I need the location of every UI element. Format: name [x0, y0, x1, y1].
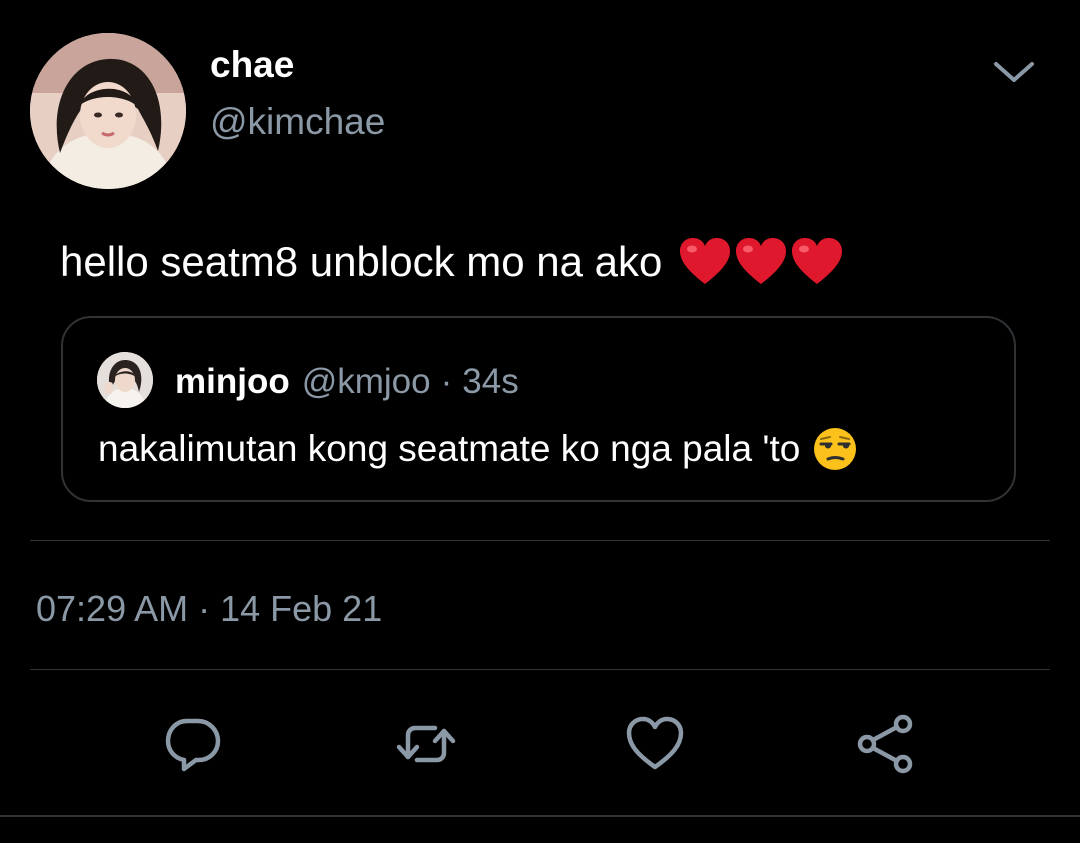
author-avatar-image	[30, 33, 186, 189]
chevron-down-icon[interactable]	[992, 56, 1036, 88]
share-button[interactable]	[853, 712, 917, 776]
quoted-author-handle[interactable]: @kmjoo	[302, 360, 431, 404]
red-heart-emoji-icon	[680, 238, 731, 284]
tweet-text-content: hello seatm8 unblock mo na ako	[60, 238, 663, 285]
tweet-text: hello seatm8 unblock mo na ako	[60, 234, 844, 290]
red-heart-emoji-icon	[736, 238, 787, 284]
like-button[interactable]	[623, 712, 687, 776]
retweet-button[interactable]	[394, 712, 458, 776]
quoted-tweet-card[interactable]: minjoo @kmjoo · 34s nakalimutan kong sea…	[61, 316, 1016, 502]
share-icon	[857, 714, 913, 774]
red-heart-emoji-icon	[792, 238, 843, 284]
quoted-tweet-time: 34s	[462, 362, 519, 401]
reply-button[interactable]	[161, 712, 225, 776]
heart-emoji-group	[678, 237, 844, 287]
heart-icon	[626, 716, 684, 770]
tweet-timestamp[interactable]: 07:29 AM · 14 Feb 21	[36, 586, 382, 632]
unamused-face-emoji-icon	[814, 428, 857, 470]
quoted-tweet-header: minjoo @kmjoo · 34s	[175, 360, 519, 404]
quoted-author-avatar[interactable]	[97, 352, 153, 408]
author-avatar[interactable]	[30, 33, 186, 189]
author-display-name[interactable]: chae	[210, 42, 294, 88]
author-handle[interactable]: @kimchae	[210, 99, 385, 145]
retweet-icon	[396, 725, 456, 763]
divider	[30, 540, 1050, 541]
divider	[30, 669, 1050, 670]
quoted-author-display-name[interactable]: minjoo	[175, 360, 290, 404]
quoted-author-avatar-image	[97, 352, 153, 408]
quoted-tweet-text: nakalimutan kong seatmate ko nga pala 't…	[98, 424, 858, 474]
quoted-header-separator: ·	[440, 362, 453, 401]
bottom-divider	[0, 815, 1080, 817]
quoted-tweet-text-content: nakalimutan kong seatmate ko nga pala 't…	[98, 428, 801, 469]
reply-icon	[165, 718, 221, 772]
